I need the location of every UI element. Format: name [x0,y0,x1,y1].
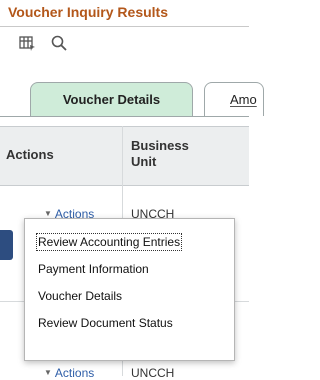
row-actions-link[interactable]: ▼ Actions [44,366,94,380]
menu-item-review-accounting-entries[interactable]: Review Accounting Entries [25,233,234,260]
tab-label: Voucher Details [62,92,161,107]
actions-link-label: Actions [54,366,95,380]
tab-divider [0,116,249,117]
column-header-business-unit[interactable]: Business Unit [131,138,201,170]
tab-label: Amo [230,92,257,107]
actions-dropdown-menu: Review Accounting Entries Payment Inform… [24,218,235,361]
menu-item-label: Payment Information [38,262,149,276]
column-header-actions[interactable]: Actions [6,147,54,163]
menu-item-payment-information[interactable]: Payment Information [25,260,234,287]
search-icon[interactable] [50,34,68,52]
side-panel-handle[interactable] [0,230,13,260]
page-title: Voucher Inquiry Results [8,4,168,20]
title-divider [0,26,249,27]
grid-options-icon[interactable] [18,34,36,52]
business-unit-cell: UNCCH [131,366,175,380]
tab-voucher-details[interactable]: Voucher Details [30,82,193,116]
menu-item-label: Review Document Status [38,316,173,330]
menu-item-review-document-status[interactable]: Review Document Status [25,314,234,341]
menu-item-label: Voucher Details [38,289,123,303]
triangle-down-icon: ▼ [44,209,52,218]
menu-item-voucher-details[interactable]: Voucher Details [25,287,234,314]
tab-amount[interactable]: Amo [204,82,264,116]
menu-item-label: Review Accounting Entries [35,233,183,251]
